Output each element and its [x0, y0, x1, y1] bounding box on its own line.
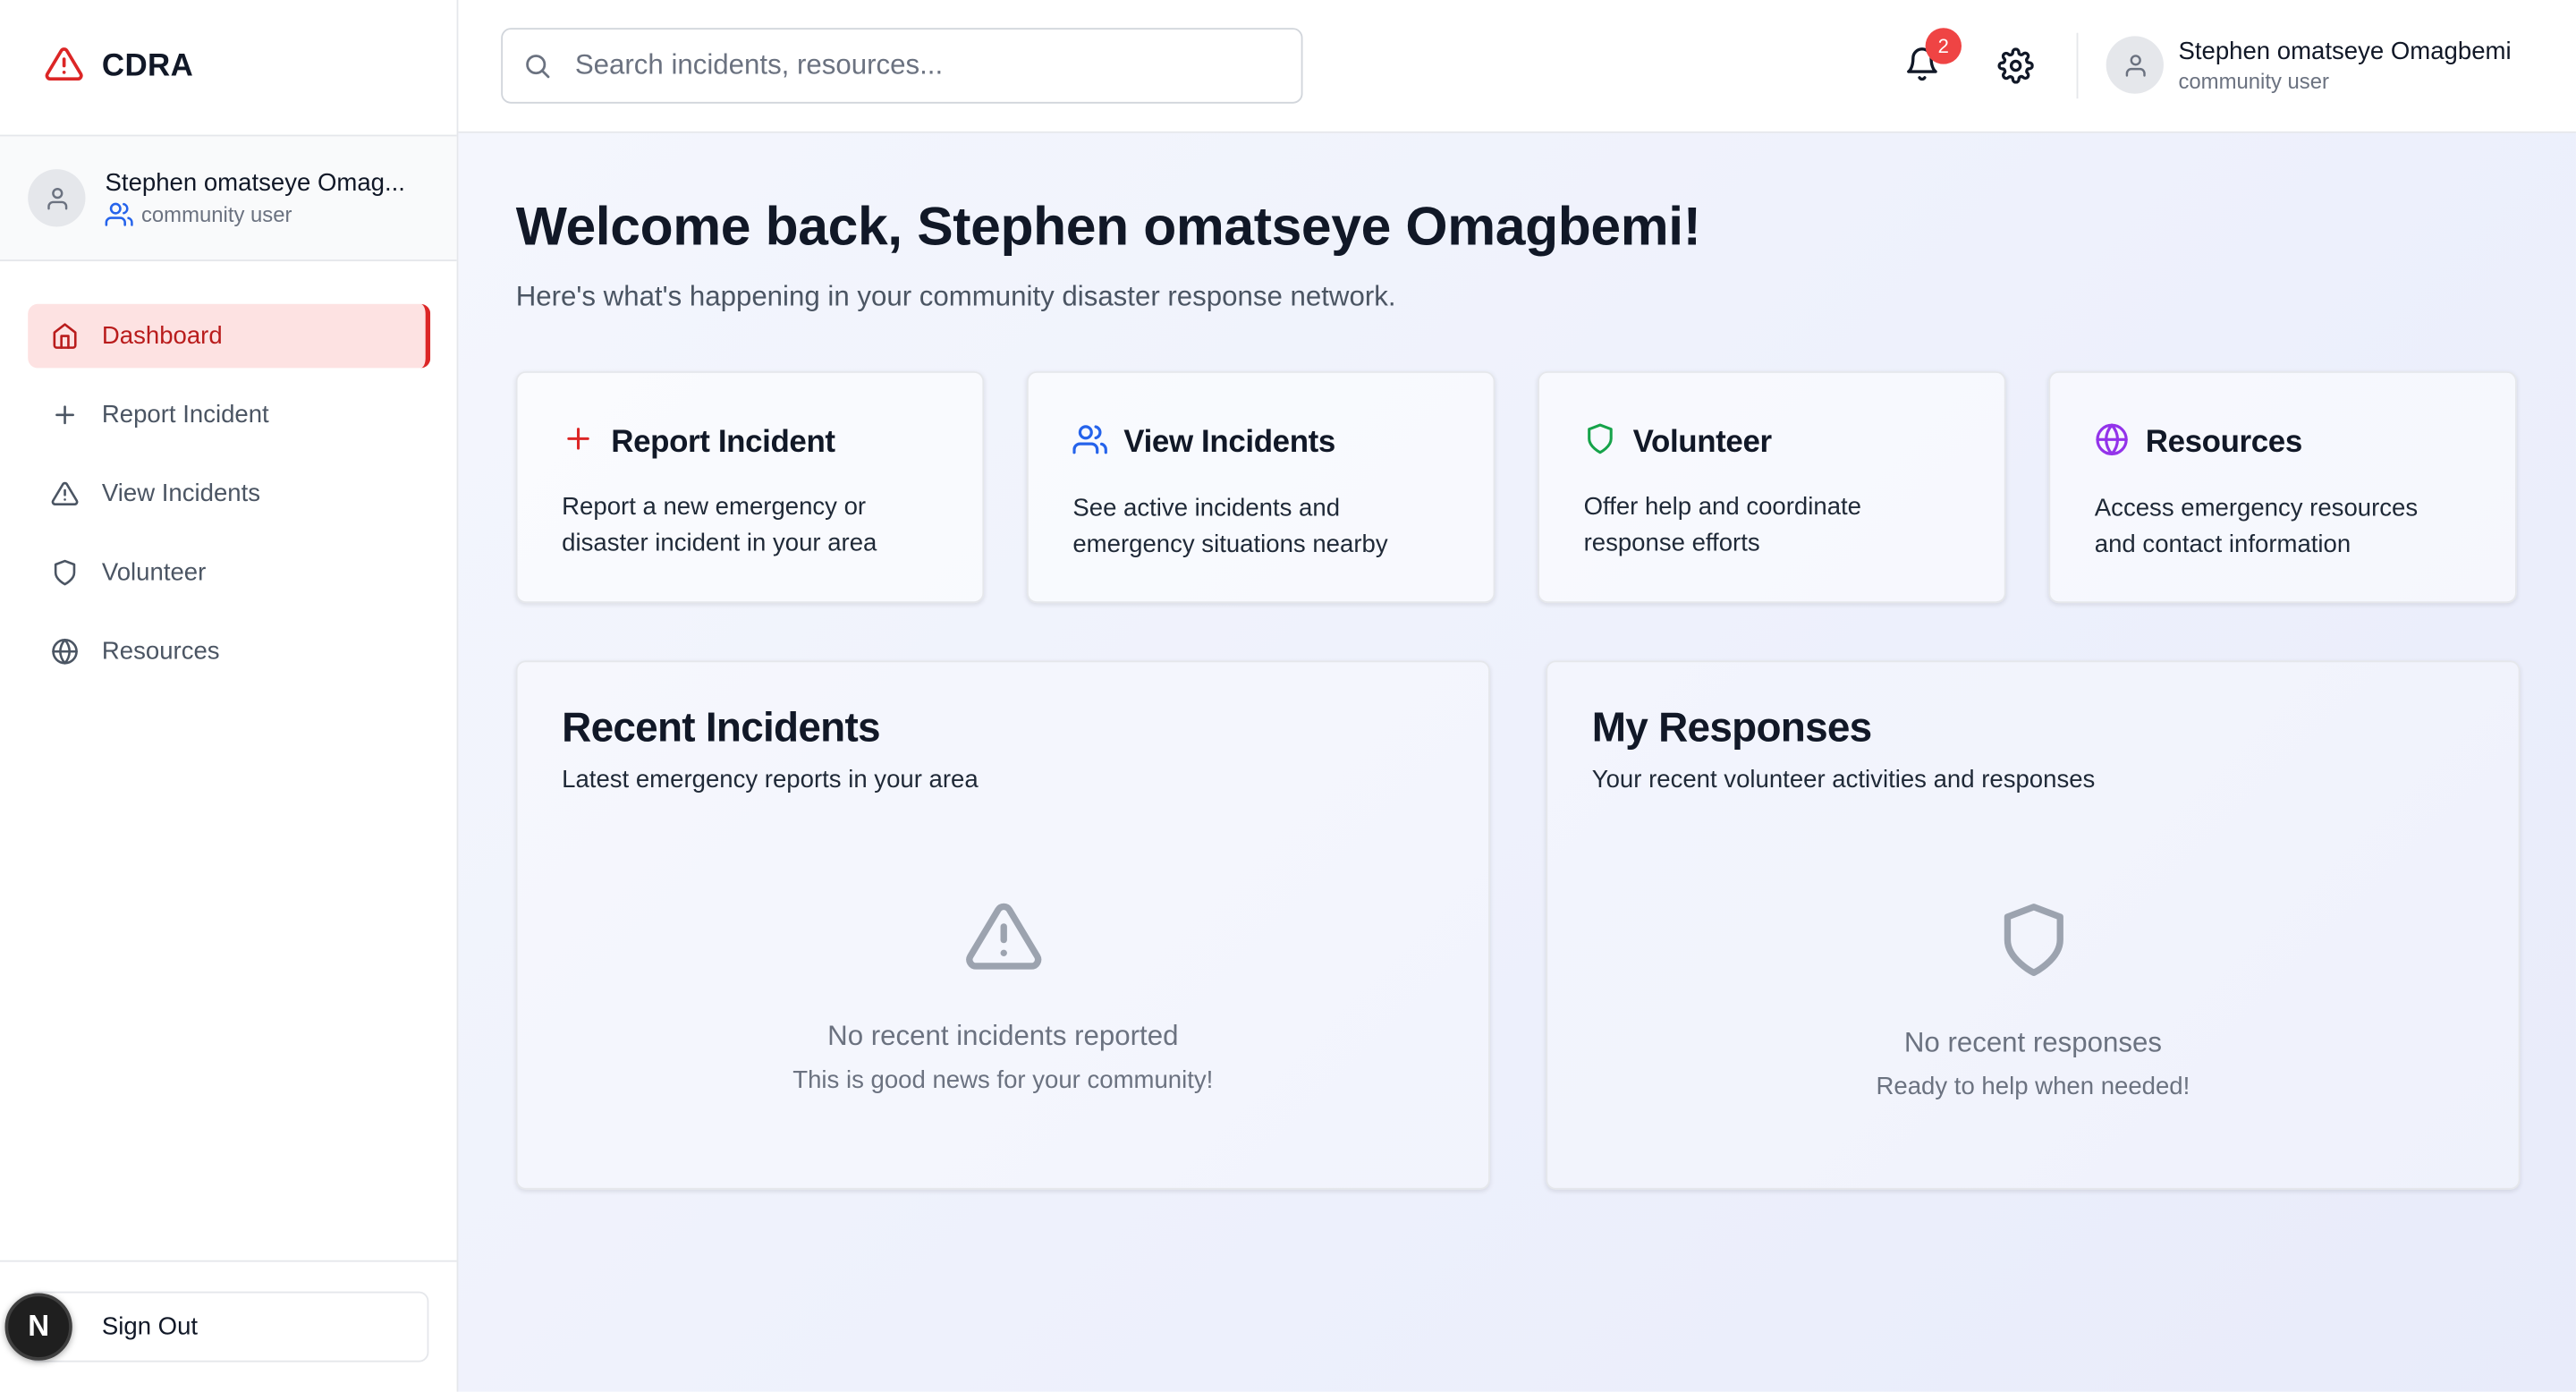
- header-user-menu[interactable]: Stephen omatseye Omagbemi community user: [2106, 36, 2512, 94]
- sidebar-item-report-incident[interactable]: Report Incident: [28, 383, 428, 447]
- card-title: View Incidents: [1123, 425, 1335, 461]
- card-report-incident[interactable]: Report Incident Report a new emergency o…: [515, 371, 985, 604]
- page-subtitle: Here's what's happening in your communit…: [515, 281, 1396, 312]
- empty-subtitle: Ready to help when needed!: [1876, 1073, 2190, 1101]
- users-icon: [105, 201, 133, 225]
- card-description: Report a new emergency or disaster incid…: [562, 493, 877, 557]
- empty-state: No recent responses Ready to help when n…: [1547, 897, 2518, 1101]
- user-icon: [47, 187, 67, 209]
- sign-out-button[interactable]: Sign Out: [28, 1291, 429, 1362]
- sidebar-user: Stephen omatseye Omag... community user: [0, 136, 457, 262]
- my-responses-panel: My Responses Your recent volunteer activ…: [1546, 660, 2521, 1190]
- card-description: Offer help and coordinate response effor…: [1583, 493, 1862, 557]
- header-divider: [2076, 32, 2079, 99]
- brand[interactable]: CDRA: [0, 0, 457, 137]
- brand-name: CDRA: [101, 49, 194, 84]
- empty-title: No recent incidents reported: [827, 1020, 1179, 1052]
- avatar: [2106, 36, 2164, 94]
- empty-title: No recent responses: [1903, 1026, 2162, 1058]
- globe-icon: [2095, 422, 2130, 465]
- card-title: Volunteer: [1632, 424, 1772, 460]
- plus-icon: [562, 422, 595, 463]
- avatar: [28, 169, 86, 227]
- card-view-incidents[interactable]: View Incidents See active incidents and …: [1026, 371, 1496, 604]
- home-icon: [49, 321, 79, 351]
- warning-triangle-icon: [43, 44, 86, 91]
- sidebar-item-volunteer[interactable]: Volunteer: [28, 540, 428, 605]
- sidebar-item-label: Volunteer: [101, 558, 207, 587]
- recent-incidents-panel: Recent Incidents Latest emergency report…: [515, 660, 1490, 1190]
- card-title: Resources: [2145, 425, 2303, 461]
- empty-state: No recent incidents reported This is goo…: [518, 897, 1488, 1094]
- quick-action-cards: Report Incident Report a new emergency o…: [515, 371, 2517, 604]
- sidebar-item-label: Resources: [101, 637, 220, 666]
- shield-icon: [1584, 422, 1617, 463]
- shield-icon: [49, 558, 79, 588]
- sidebar-user-role: community user: [105, 199, 405, 227]
- sidebar-nav: Dashboard Report Incident View Incidents: [0, 261, 457, 683]
- warning-triangle-icon: [49, 479, 79, 508]
- top-bar: 2 Stephen omatseye Omagbemi community us…: [458, 0, 2576, 133]
- dashboard-content: Welcome back, Stephen omatseye Omagbemi!…: [458, 132, 2576, 1392]
- card-description: Access emergency resources and contact i…: [2094, 494, 2419, 559]
- panel-title: My Responses: [1591, 704, 1872, 751]
- sidebar-item-resources[interactable]: Resources: [28, 619, 428, 683]
- panel-title: Recent Incidents: [562, 704, 880, 751]
- panel-subtitle: Latest emergency reports in your area: [562, 765, 979, 794]
- gear-icon[interactable]: [1997, 47, 2034, 84]
- warning-triangle-icon: [961, 897, 1046, 984]
- sidebar-item-label: Dashboard: [101, 321, 223, 351]
- page-title: Welcome back, Stephen omatseye Omagbemi!: [515, 195, 1701, 257]
- plus-icon: [49, 400, 79, 429]
- sidebar: CDRA Stephen omatseye Omag... community …: [0, 0, 459, 1392]
- card-volunteer[interactable]: Volunteer Offer help and coordinate resp…: [1538, 371, 2006, 604]
- card-title: Report Incident: [611, 424, 835, 460]
- card-description: See active incidents and emergency situa…: [1072, 494, 1388, 559]
- card-resources[interactable]: Resources Access emergency resources and…: [2048, 371, 2517, 604]
- sidebar-item-dashboard[interactable]: Dashboard: [28, 303, 431, 369]
- search-input[interactable]: [574, 49, 1266, 82]
- search-icon: [526, 55, 550, 79]
- app-root: CDRA Stephen omatseye Omag... community …: [0, 0, 2576, 1392]
- panel-subtitle: Your recent volunteer activities and res…: [1591, 765, 2096, 794]
- users-icon: [1072, 422, 1107, 465]
- main-area: 2 Stephen omatseye Omagbemi community us…: [458, 0, 2576, 1392]
- sidebar-item-label: View Incidents: [101, 480, 261, 508]
- sign-out-label: Sign Out: [101, 1312, 199, 1341]
- globe-icon: [49, 637, 79, 666]
- shield-icon: [1994, 897, 2072, 991]
- header-user-role: community user: [2178, 68, 2329, 93]
- search-box[interactable]: [501, 28, 1303, 104]
- dev-tools-badge[interactable]: N: [4, 1293, 72, 1361]
- notification-count-badge: 2: [1925, 28, 1962, 64]
- sidebar-item-label: Report Incident: [101, 401, 269, 429]
- sidebar-item-view-incidents[interactable]: View Incidents: [28, 462, 428, 526]
- sidebar-user-role-text: community user: [140, 200, 292, 226]
- sidebar-footer: Sign Out N: [0, 1260, 457, 1392]
- sidebar-user-name: Stephen omatseye Omag...: [105, 168, 405, 197]
- user-icon: [2124, 54, 2145, 76]
- empty-subtitle: This is good news for your community!: [792, 1066, 1214, 1095]
- activity-panels: Recent Incidents Latest emergency report…: [515, 660, 2521, 1190]
- header-user-name: Stephen omatseye Omagbemi: [2178, 37, 2512, 65]
